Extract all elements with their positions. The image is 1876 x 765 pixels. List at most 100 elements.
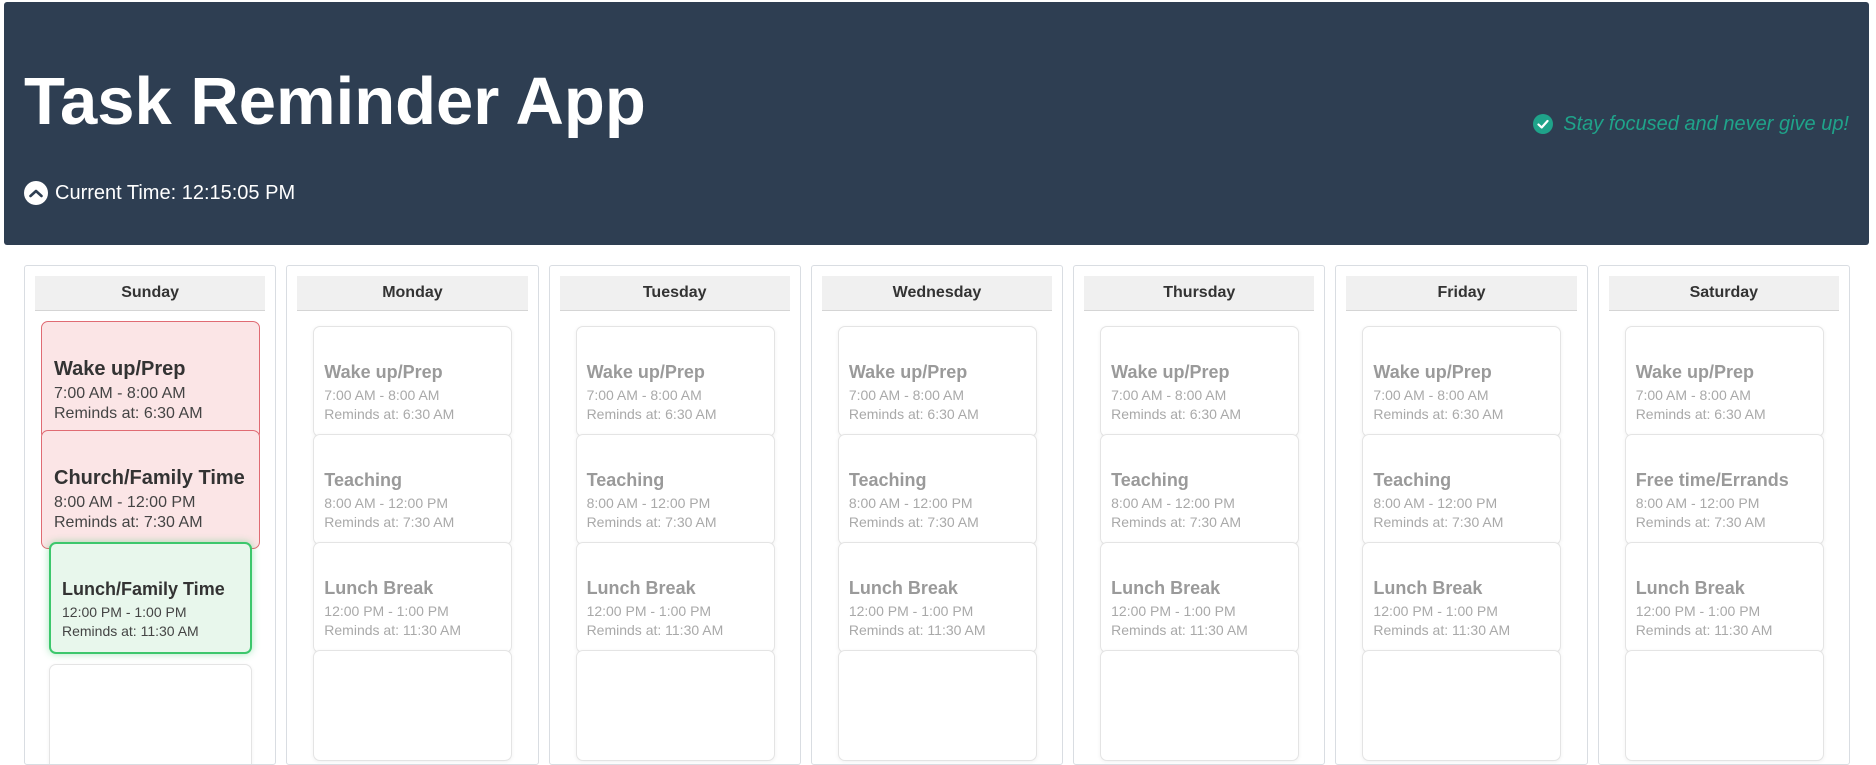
week-grid: Sunday Wake up/Prep 7:00 AM - 8:00 AM Remin… [24,265,1850,765]
task-reminder: Reminds at: 11:30 AM [1635,622,1773,638]
task-reminder: Reminds at: 7:30 AM [1635,514,1766,530]
task-card-partial[interactable] [837,650,1037,761]
task-title: Lunch Break [586,578,696,598]
task-reminder: Reminds at: 6:30 AM [848,406,979,422]
task-title: Free time/Errands [1635,470,1789,490]
app-title: Task Reminder App [24,64,646,139]
task-card[interactable]: Teaching 8:00 AM - 12:00 PM Reminds at: 7:… [1100,434,1300,545]
task-title: Wake up/Prep [586,362,705,382]
task-time: 7:00 AM - 8:00 AM [1111,387,1227,403]
clock-icon [24,181,48,205]
task-card[interactable]: Wake up/Prep 7:00 AM - 8:00 AM Reminds at:… [1362,326,1562,437]
task-time: 12:00 PM - 1:00 PM [586,603,712,619]
task-card-partial[interactable] [49,664,252,764]
task-card[interactable]: Lunch Break 12:00 PM - 1:00 PM Reminds at:… [837,542,1037,653]
task-reminder: Reminds at: 6:30 AM [1373,406,1504,422]
task-reminder: Reminds at: 11:30 AM [62,623,199,639]
day-header: Thursday [1084,276,1315,311]
task-card[interactable]: Free time/Errands 8:00 AM - 12:00 PM Remin… [1624,434,1824,545]
task-card[interactable]: Lunch Break 12:00 PM - 1:00 PM Reminds at:… [1100,542,1300,653]
task-reminder: Reminds at: 7:30 AM [586,514,717,530]
task-time: 8:00 AM - 12:00 PM [586,495,711,511]
task-card[interactable]: Wake up/Prep 7:00 AM - 8:00 AM Reminds at:… [313,326,513,437]
motto-text: Stay focused and never give up! [1563,112,1849,135]
task-card-partial[interactable] [575,650,775,761]
task-title: Church/Family Time [54,467,245,489]
task-title: Wake up/Prep [1635,362,1755,382]
app-header: Task Reminder App Current Time: 12:15:05… [4,2,1869,245]
task-time: 12:00 PM - 1:00 PM [62,604,187,620]
day-column-saturday: Saturday Wake up/Prep 7:00 AM - 8:00 AM Rem… [1597,265,1850,765]
task-time: 8:00 AM - 12:00 PM [324,495,449,511]
task-title: Teaching [586,470,665,490]
task-title: Lunch Break [324,578,434,598]
task-time: 12:00 PM - 1:00 PM [1373,603,1498,619]
task-title: Wake up/Prep [1111,362,1230,382]
task-time: 7:00 AM - 8:00 AM [1635,387,1751,403]
task-card[interactable]: Lunch Break 12:00 PM - 1:00 PM Reminds at:… [313,542,513,653]
day-column-friday: Friday Wake up/Prep 7:00 AM - 8:00 AM Remin… [1335,265,1588,765]
day-header: Sunday [35,276,266,311]
day-header: Wednesday [821,276,1053,311]
day-column-thursday: Thursday Wake up/Prep 7:00 AM - 8:00 AM Rem… [1073,265,1326,765]
task-title: Teaching [1111,470,1189,490]
task-time: 8:00 AM - 12:00 PM [1635,495,1760,511]
day-header: Friday [1346,276,1577,311]
task-card[interactable]: Lunch/Family Time 12:00 PM - 1:00 PM Remin… [49,542,252,654]
task-card[interactable]: Church/Family Time 8:00 AM - 12:00 PM Remi… [41,430,260,549]
task-title: Teaching [324,470,402,490]
current-time-text: Current Time: 12:15:05 PM [55,181,296,204]
task-reminder: Reminds at: 6:30 AM [54,405,203,422]
task-title: Lunch/Family Time [62,579,225,599]
task-reminder: Reminds at: 6:30 AM [1635,406,1766,422]
task-card-partial[interactable] [1624,650,1824,761]
task-reminder: Reminds at: 7:30 AM [324,514,455,530]
task-card[interactable]: Wake up/Prep 7:00 AM - 8:00 AM Reminds at:… [837,326,1037,437]
task-card[interactable]: Teaching 8:00 AM - 12:00 PM Reminds at: 7:… [837,434,1037,545]
motto: Stay focused and never give up! [1533,111,1849,137]
day-column-wednesday: Wednesday Wake up/Prep 7:00 AM - 8:00 AM Re… [810,265,1064,765]
task-card[interactable]: Lunch Break 12:00 PM - 1:00 PM Reminds at:… [1362,542,1562,653]
day-column-tuesday: Tuesday Wake up/Prep 7:00 AM - 8:00 AM Remi… [548,265,801,765]
task-title: Teaching [848,470,927,490]
task-card-partial[interactable] [1100,650,1300,761]
task-time: 7:00 AM - 8:00 AM [54,385,186,402]
check-circle-icon [1533,114,1554,134]
task-reminder: Reminds at: 11:30 AM [848,622,986,638]
current-time-row: Current Time: 12:15:05 PM [24,180,295,206]
task-reminder: Reminds at: 6:30 AM [1111,406,1242,422]
task-time: 12:00 PM - 1:00 PM [1635,603,1761,619]
task-title: Lunch Break [1373,578,1483,598]
task-card[interactable]: Wake up/Prep 7:00 AM - 8:00 AM Reminds at:… [41,321,260,440]
task-time: 8:00 AM - 12:00 PM [1373,495,1498,511]
task-card[interactable]: Wake up/Prep 7:00 AM - 8:00 AM Reminds at:… [575,326,775,437]
task-title: Wake up/Prep [54,358,186,380]
task-time: 12:00 PM - 1:00 PM [848,603,974,619]
task-card[interactable]: Teaching 8:00 AM - 12:00 PM Reminds at: 7:… [1362,434,1562,545]
day-column-monday: Monday Wake up/Prep 7:00 AM - 8:00 AM Remin… [286,265,539,765]
task-time: 7:00 AM - 8:00 AM [324,387,440,403]
day-header: Monday [297,276,528,311]
task-card[interactable]: Lunch Break 12:00 PM - 1:00 PM Reminds at:… [1624,542,1824,653]
task-card-partial[interactable] [1362,650,1562,761]
task-card[interactable]: Wake up/Prep 7:00 AM - 8:00 AM Reminds at:… [1100,326,1300,437]
task-time: 8:00 AM - 12:00 PM [848,495,973,511]
task-card[interactable]: Teaching 8:00 AM - 12:00 PM Reminds at: 7:… [313,434,513,545]
task-reminder: Reminds at: 6:30 AM [586,406,717,422]
task-time: 7:00 AM - 8:00 AM [1373,387,1489,403]
task-reminder: Reminds at: 7:30 AM [848,514,979,530]
task-reminder: Reminds at: 7:30 AM [1111,514,1242,530]
task-time: 12:00 PM - 1:00 PM [324,603,449,619]
day-column-sunday: Sunday Wake up/Prep 7:00 AM - 8:00 AM Remin… [24,265,277,765]
task-reminder: Reminds at: 11:30 AM [1373,622,1511,638]
task-card[interactable]: Lunch Break 12:00 PM - 1:00 PM Reminds at:… [575,542,775,653]
task-card[interactable]: Teaching 8:00 AM - 12:00 PM Reminds at: 7:… [575,434,775,545]
task-time: 8:00 AM - 12:00 PM [1111,495,1235,511]
task-card[interactable]: Wake up/Prep 7:00 AM - 8:00 AM Reminds at:… [1624,326,1824,437]
task-time: 12:00 PM - 1:00 PM [1111,603,1236,619]
task-reminder: Reminds at: 11:30 AM [1111,622,1248,638]
task-reminder: Reminds at: 11:30 AM [586,622,724,638]
task-card-partial[interactable] [313,650,513,761]
task-title: Wake up/Prep [324,362,443,382]
task-title: Lunch Break [848,578,958,598]
